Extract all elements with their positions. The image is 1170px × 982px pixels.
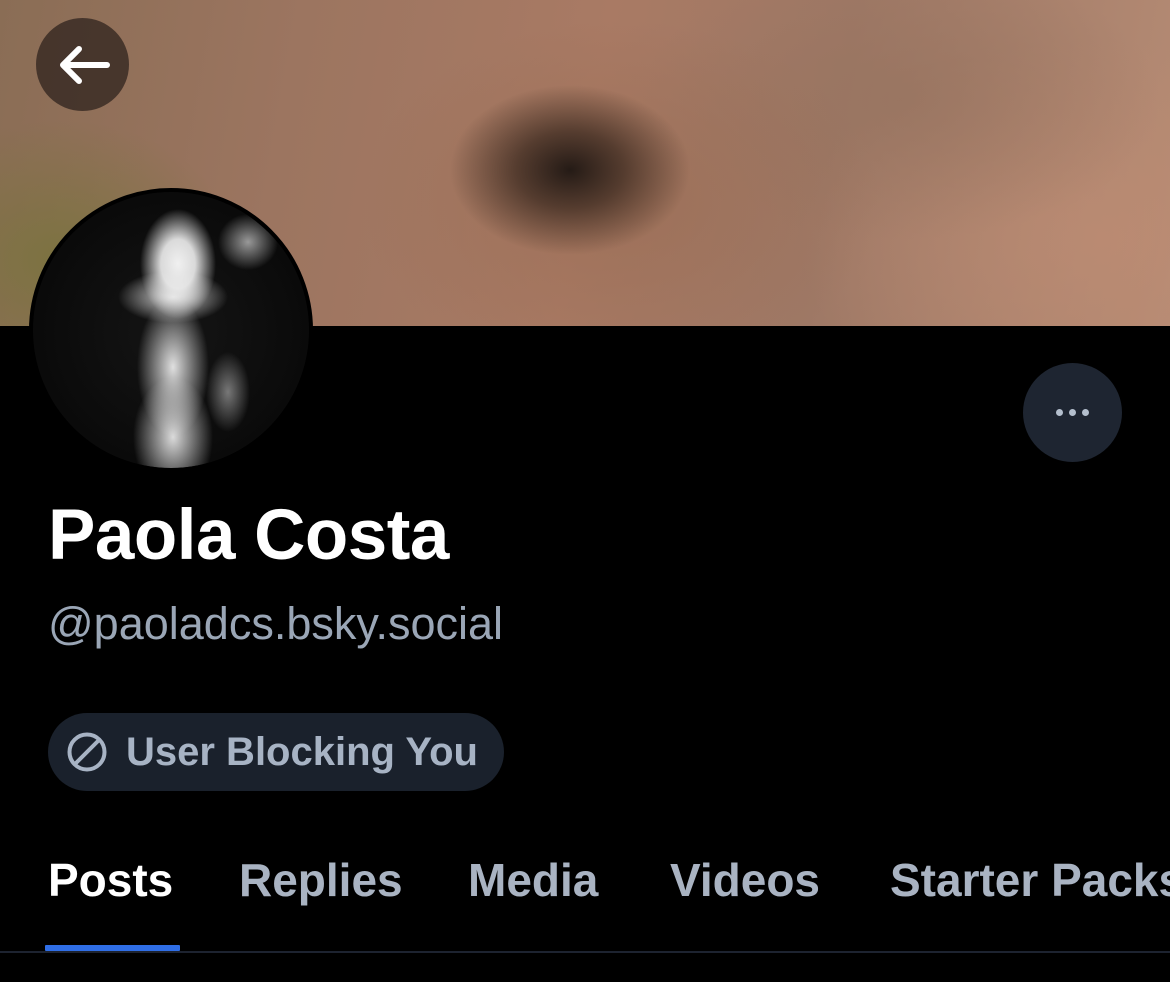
ellipsis-dot	[1082, 409, 1089, 416]
blocked-status-badge: User Blocking You	[48, 713, 504, 791]
ellipsis-dot	[1069, 409, 1076, 416]
tab-media[interactable]: Media	[468, 852, 598, 908]
tab-posts[interactable]: Posts	[48, 852, 173, 908]
display-name: Paola Costa	[48, 496, 449, 575]
arrow-left-icon	[59, 45, 110, 84]
tab-videos[interactable]: Videos	[670, 852, 820, 908]
more-options-button[interactable]	[1023, 363, 1122, 462]
block-icon	[67, 732, 107, 772]
tab-replies[interactable]: Replies	[239, 852, 403, 908]
profile-screen: Paola Costa @paoladcs.bsky.social User B…	[0, 0, 1170, 982]
profile-tab-bar: Posts Replies Media Videos Starter Packs	[0, 830, 1170, 952]
blocked-status-label: User Blocking You	[126, 730, 478, 774]
ellipsis-icon	[1056, 409, 1063, 416]
tab-bar-divider	[0, 951, 1170, 953]
profile-handle: @paoladcs.bsky.social	[48, 598, 504, 649]
back-button[interactable]	[36, 18, 129, 111]
avatar[interactable]	[29, 188, 313, 472]
avatar-image	[33, 192, 309, 468]
tab-starter-packs[interactable]: Starter Packs	[890, 852, 1170, 908]
